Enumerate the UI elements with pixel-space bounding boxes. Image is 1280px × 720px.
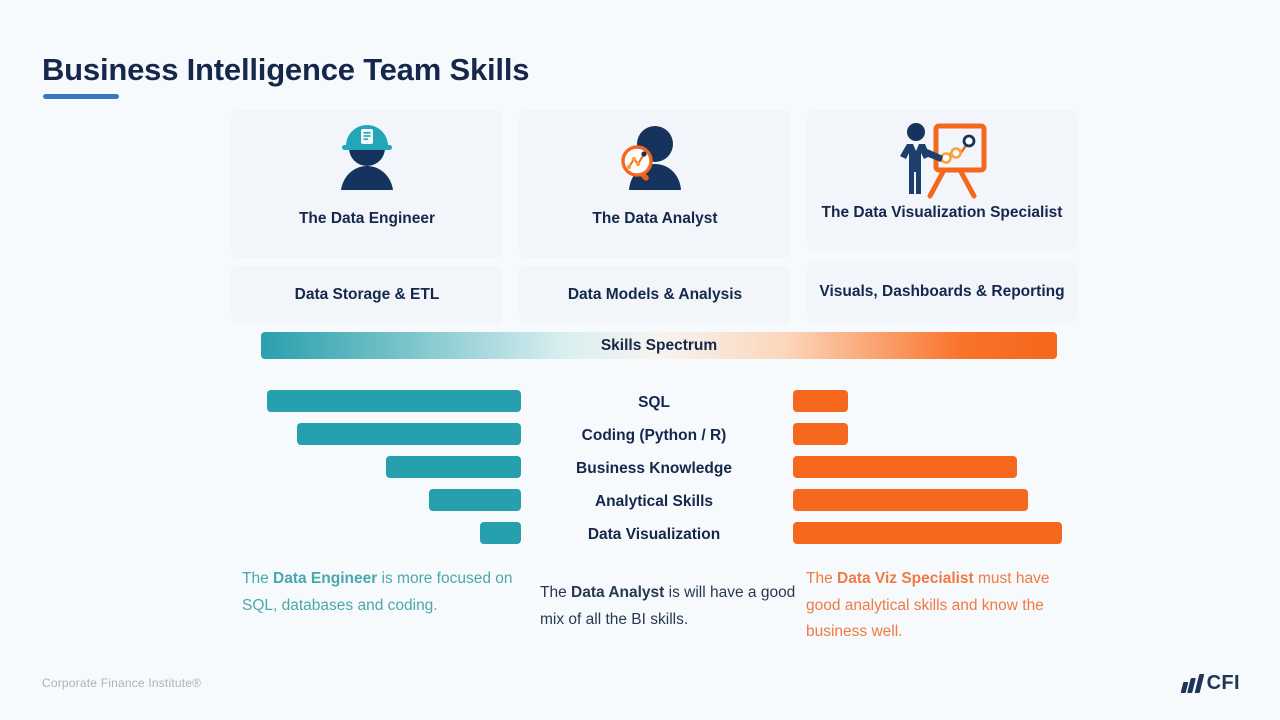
skills-bar-chart: SQL Coding (Python / R) Business Knowledge… [231, 386, 1077, 551]
caption-lead: The [242, 570, 274, 587]
slide: Business Intelligence Team Skills The Da… [0, 0, 1280, 720]
role-focus: Visuals, Dashboards & Reporting [807, 260, 1077, 324]
bar-data-viz-specialist [793, 489, 1028, 511]
bar-data-viz-specialist [793, 423, 848, 445]
caption-lead: The [540, 584, 572, 601]
role-focus: Data Storage & ETL [231, 266, 503, 324]
caption-role-bold: Data Viz Specialist [837, 570, 974, 587]
skills-spectrum-gradient-bar: Skills Spectrum [261, 332, 1057, 359]
cfi-logo-wordmark: CFI [1206, 672, 1240, 694]
page-title: Business Intelligence Team Skills [42, 52, 530, 87]
role-card-data-visualization-specialist[interactable]: The Data Visualization Specialist Visual… [807, 110, 1077, 324]
role-card-data-engineer[interactable]: The Data Engineer Data Storage & ETL [231, 110, 503, 324]
footer-attribution: Corporate Finance Institute® [42, 676, 202, 690]
role-card-header: The Data Visualization Specialist [807, 110, 1077, 252]
role-captions: The Data Engineer is more focused on SQL… [0, 566, 1280, 656]
skill-bar-row: SQL [231, 386, 1077, 419]
role-name: The Data Engineer [298, 210, 436, 227]
caption-data-viz-specialist: The Data Viz Specialist must have good a… [806, 566, 1068, 646]
caption-role-bold: Data Analyst [571, 584, 665, 601]
skill-label: SQL [638, 393, 670, 411]
role-card-header: The Data Analyst [519, 110, 791, 258]
caption-data-analyst: The Data Analyst is will have a good mix… [540, 580, 798, 633]
title-accent-rule [43, 94, 119, 99]
role-name: The Data Analyst [592, 210, 718, 227]
bar-data-viz-specialist [793, 390, 848, 412]
skill-bar-row: Coding (Python / R) [231, 419, 1077, 452]
role-cards: The Data Engineer Data Storage & ETL The… [231, 110, 1077, 325]
skill-label: Business Knowledge [576, 459, 732, 477]
engineer-hardhat-person-icon [231, 118, 503, 202]
bar-data-engineer [480, 522, 521, 544]
skills-spectrum-label: Skills Spectrum [600, 336, 718, 354]
role-focus: Data Models & Analysis [519, 266, 791, 324]
skill-label: Data Visualization [587, 525, 721, 543]
skill-label: Analytical Skills [594, 492, 714, 510]
analyst-magnifier-person-icon [519, 118, 791, 202]
skill-bar-row: Analytical Skills [231, 485, 1077, 518]
cfi-logo: CFI [1180, 672, 1240, 695]
skill-bar-row: Business Knowledge [231, 452, 1077, 485]
caption-lead: The [806, 570, 838, 587]
skill-bar-row: Data Visualization [231, 518, 1077, 551]
caption-data-engineer: The Data Engineer is more focused on SQL… [242, 566, 518, 619]
bar-data-viz-specialist [793, 456, 1017, 478]
bar-data-engineer [386, 456, 521, 478]
skills-spectrum-panel: Skills Spectrum [231, 332, 1077, 359]
cfi-logo-bars-icon [1180, 674, 1204, 693]
role-name: The Data Visualization Specialist [821, 204, 1063, 221]
bar-data-viz-specialist [793, 522, 1062, 544]
bar-data-engineer [429, 489, 521, 511]
role-card-header: The Data Engineer [231, 110, 503, 258]
role-card-data-analyst[interactable]: The Data Analyst Data Models & Analysis [519, 110, 791, 324]
bar-data-engineer [267, 390, 521, 412]
bar-data-engineer [297, 423, 521, 445]
skill-label: Coding (Python / R) [581, 426, 727, 444]
caption-role-bold: Data Engineer [273, 570, 378, 587]
presenter-easel-chart-icon [807, 118, 1077, 202]
